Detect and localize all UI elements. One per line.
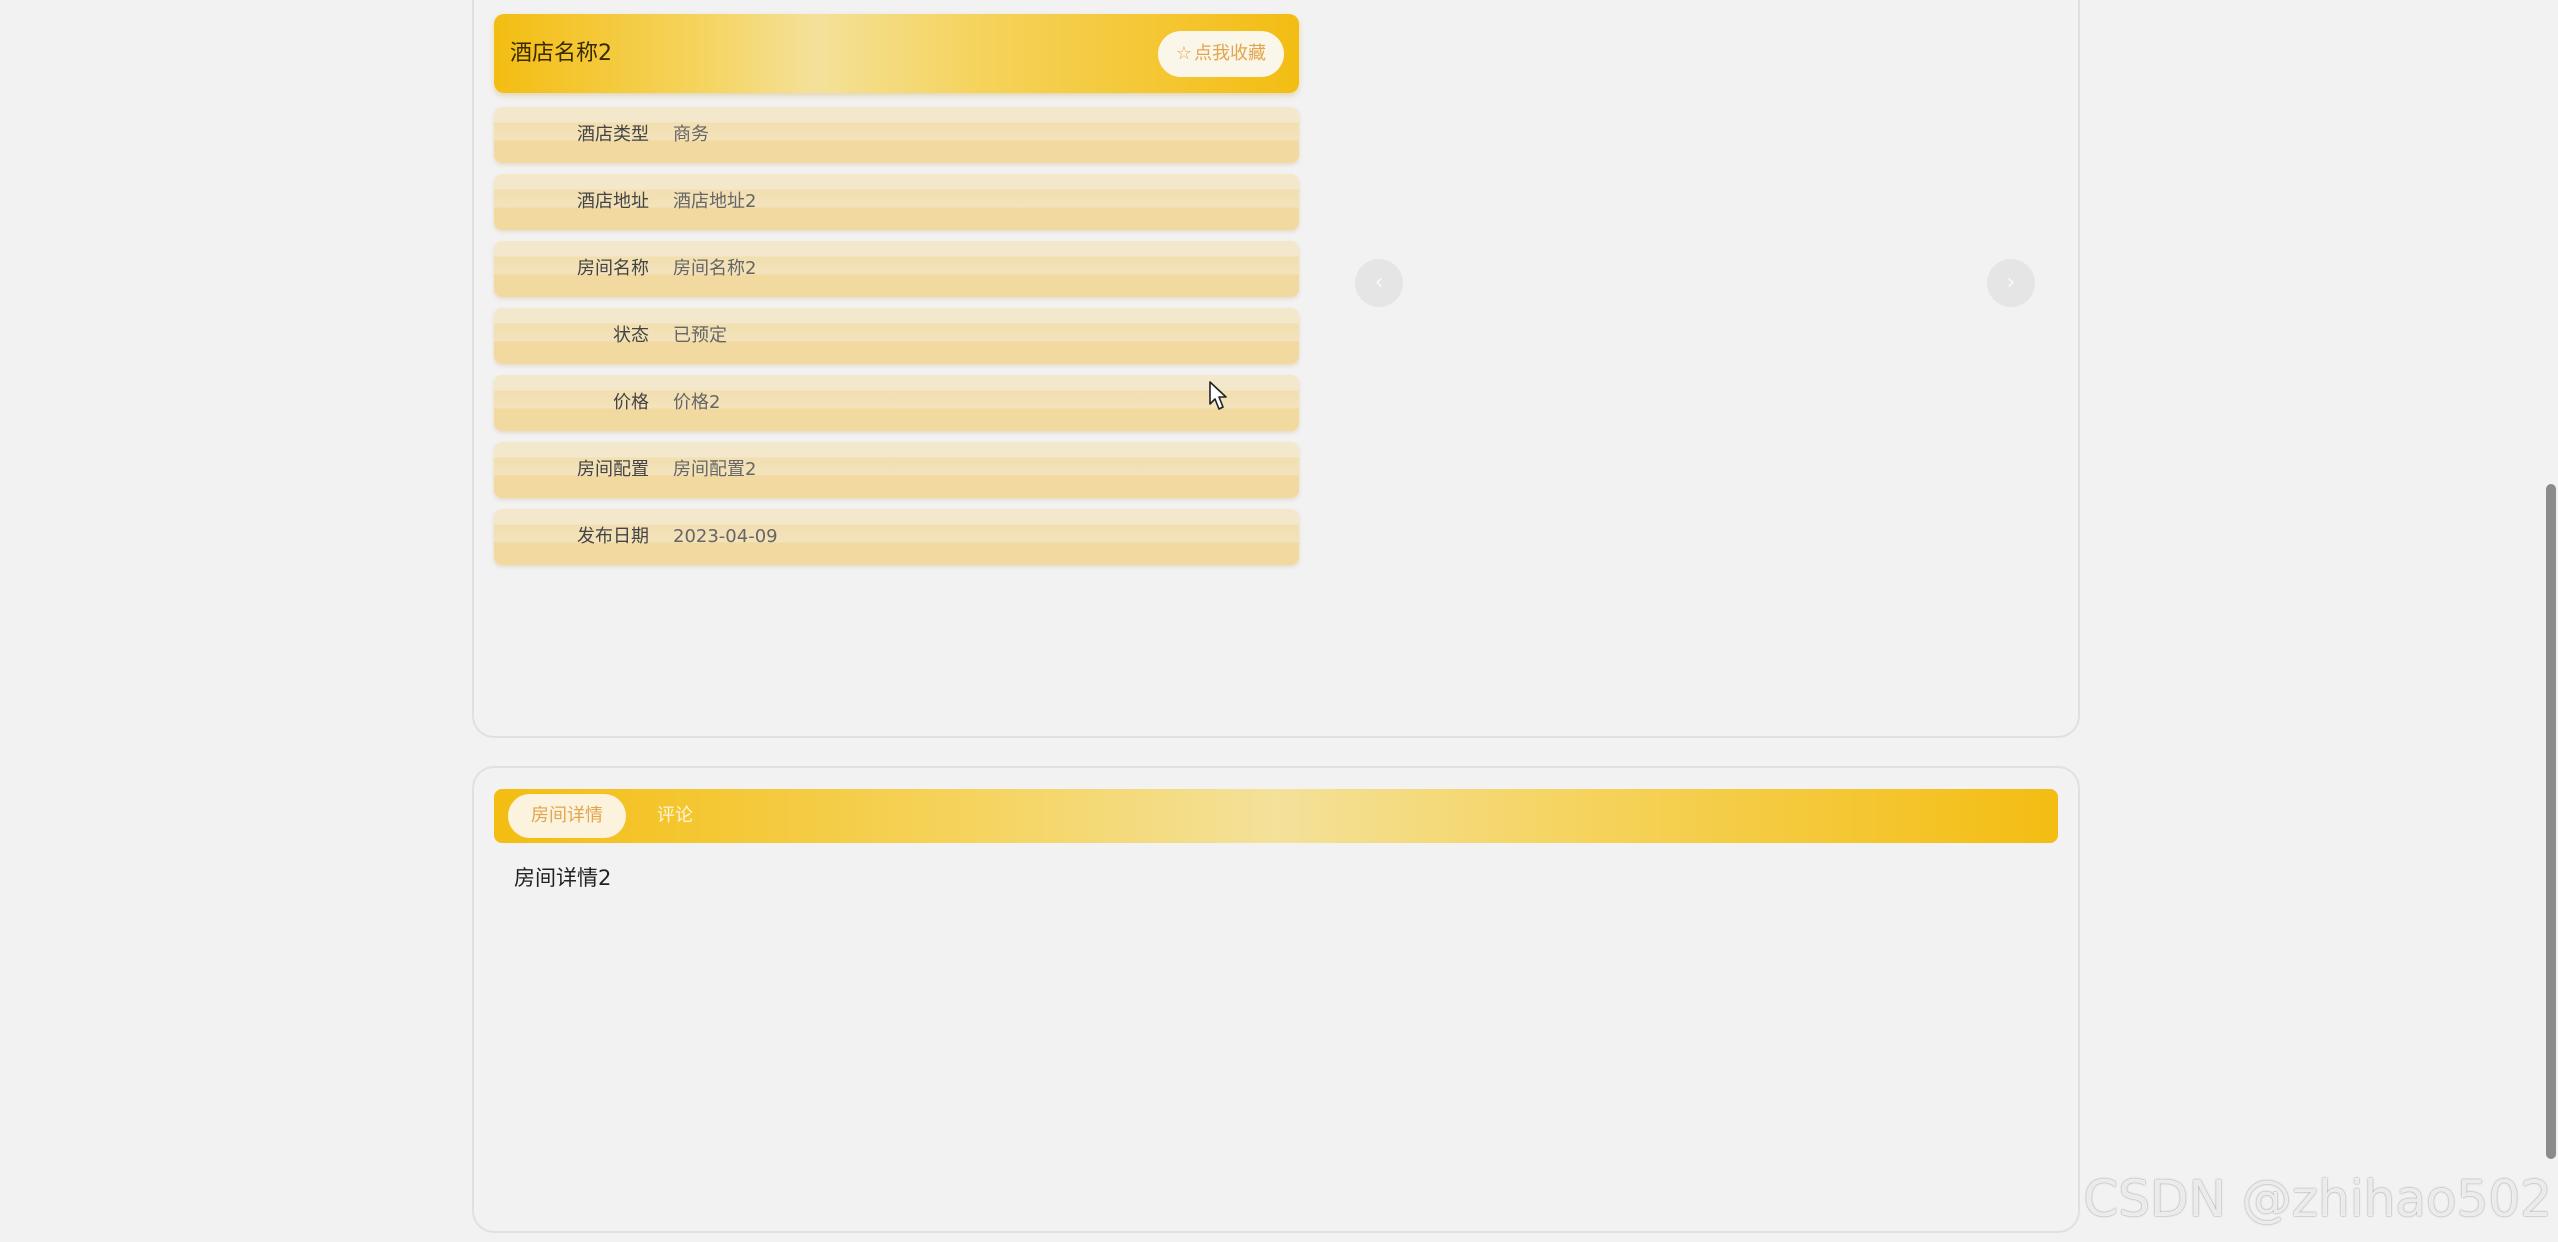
favorite-button[interactable]: ☆ 点我收藏	[1158, 31, 1284, 77]
tab-comments[interactable]: 评论	[657, 794, 693, 838]
carousel-prev-button[interactable]: ‹	[1355, 259, 1403, 307]
tab-content: 房间详情2	[514, 866, 612, 890]
chevron-left-icon: ‹	[1374, 270, 1384, 295]
info-label: 酒店地址	[577, 191, 649, 212]
info-value: 价格2	[673, 392, 721, 413]
favorite-label: 点我收藏	[1194, 43, 1267, 64]
star-icon: ☆	[1175, 43, 1193, 64]
info-row-status: 状态 已预定	[494, 308, 1299, 364]
info-value: 2023-04-09	[673, 526, 778, 547]
info-value: 房间名称2	[673, 258, 757, 279]
info-row-room-name: 房间名称 房间名称2	[494, 241, 1299, 297]
hotel-name: 酒店名称2	[510, 41, 612, 66]
scrollbar-thumb[interactable]	[2546, 484, 2556, 1159]
carousel-next-button[interactable]: ›	[1987, 259, 2035, 307]
watermark: CSDN @zhihao502	[2083, 1170, 2552, 1228]
info-row-room-config: 房间配置 房间配置2	[494, 442, 1299, 498]
tab-room-details[interactable]: 房间详情	[508, 794, 626, 838]
info-value: 已预定	[673, 325, 727, 346]
info-row-price: 价格 价格2	[494, 375, 1299, 431]
info-label: 价格	[613, 392, 649, 413]
info-label: 房间名称	[577, 258, 649, 279]
info-row-hotel-type: 酒店类型 商务	[494, 107, 1299, 163]
hotel-title-bar: 酒店名称2 ☆ 点我收藏	[494, 14, 1299, 93]
tab-bar: 房间详情 评论	[494, 789, 2058, 843]
info-label: 发布日期	[577, 526, 649, 547]
info-row-hotel-address: 酒店地址 酒店地址2	[494, 174, 1299, 230]
info-label: 酒店类型	[577, 124, 649, 145]
mouse-cursor-icon	[1209, 381, 1227, 410]
chevron-right-icon: ›	[2006, 270, 2016, 295]
info-value: 房间配置2	[673, 459, 757, 480]
scrollbar-track[interactable]	[2542, 0, 2558, 1242]
info-row-publish-date: 发布日期 2023-04-09	[494, 509, 1299, 565]
info-value: 商务	[673, 124, 709, 145]
info-label: 状态	[613, 325, 649, 346]
info-value: 酒店地址2	[673, 191, 757, 212]
info-label: 房间配置	[577, 459, 649, 480]
